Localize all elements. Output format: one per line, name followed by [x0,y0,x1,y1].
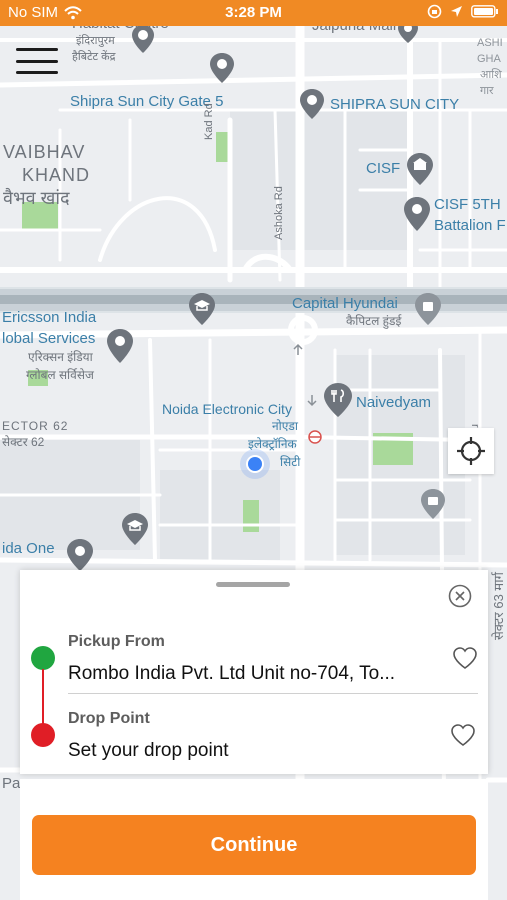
map-label: सिटी [280,455,301,469]
map-label: CISF 5TH [434,196,501,213]
map-pin-icon [107,329,133,363]
battery-icon [471,5,498,18]
map-label: GHA [477,53,501,65]
map-label: कैपिटल हुंडई [346,314,402,328]
map-label: Battalion F [434,217,506,234]
map-label: आशि [480,69,502,81]
map-label: एरिक्सन इंडिया [28,350,93,364]
map-label: VAIBHAV [3,142,86,162]
map-label: गार [480,85,494,97]
map-label: Shipra Sun City Gate 5 [70,93,224,110]
map-pin-icon [210,53,234,83]
location-arrow-icon [451,6,462,17]
map-label: ASHI [477,37,503,49]
hamburger-icon [16,48,58,51]
close-icon[interactable] [448,584,472,608]
map-label: सेक्टर 62 [2,435,45,449]
map-label: ECTOR 62 [2,419,69,433]
map-label: Kad Rd [203,103,215,140]
map-label: lobal Services [2,330,96,347]
menu-button[interactable] [14,44,60,78]
hamburger-icon-bar [16,59,58,63]
school-pin-icon [122,513,148,545]
map-label: Ashoka Rd [273,186,285,240]
pickup-dot [31,646,55,670]
government-pin-icon [407,153,433,185]
shopping-pin-icon [421,489,445,519]
favorite-drop-heart-icon[interactable] [450,723,476,747]
map-label: सेक्टर 63 मार्ग [491,572,506,640]
map-label: CISF [366,160,401,177]
crosshair-icon [457,437,485,465]
map-label: इलेक्ट्रॉनिक [248,437,297,451]
pickup-label: Pickup From [68,633,165,650]
map-label: Pa [2,775,21,792]
continue-button[interactable]: Continue [32,815,476,875]
rotation-lock-icon [427,4,442,19]
map-label: नोएडा [272,419,298,433]
map-label: इंदिरापुरम [76,35,115,47]
map-pin-icon [404,197,430,231]
map-label: ग्लोबल सर्विसेज [26,368,94,382]
drop-dot [31,723,55,747]
drop-field[interactable]: Set your drop point [68,740,229,762]
restaurant-pin-icon [324,383,352,417]
drop-label: Drop Point [68,710,150,727]
school-pin-icon [189,293,215,325]
hamburger-icon-bar [16,71,58,74]
status-bar: No SIM 3:28 PM [0,0,507,26]
map-label: Naivedyam [356,394,432,411]
route-connector [42,669,44,725]
field-divider [68,693,478,694]
pickup-field[interactable]: Rombo India Pvt. Ltd Unit no-704, To... [68,663,395,685]
favorite-pickup-heart-icon[interactable] [452,646,478,670]
map-label: SHIPRA SUN CITY [330,96,460,113]
map-label: Ericsson India [2,309,97,326]
map-label: वैभव खांद [3,188,70,208]
shopping-pin-icon [415,293,441,325]
map-label: ida One [2,540,55,557]
map-label: Capital Hyundai [292,295,398,312]
map-label: हैबिटेट केंद्र [72,51,116,63]
map-pin-icon [300,89,324,119]
map-label: KHAND [22,165,91,185]
map-pin-icon [67,539,93,571]
current-location-marker [240,449,270,479]
trip-card: Pickup From Rombo India Pvt. Ltd Unit no… [20,570,488,774]
map-label: Noida Electronic City [162,401,292,417]
recenter-location-button[interactable] [448,428,494,474]
drag-handle[interactable] [216,582,290,587]
